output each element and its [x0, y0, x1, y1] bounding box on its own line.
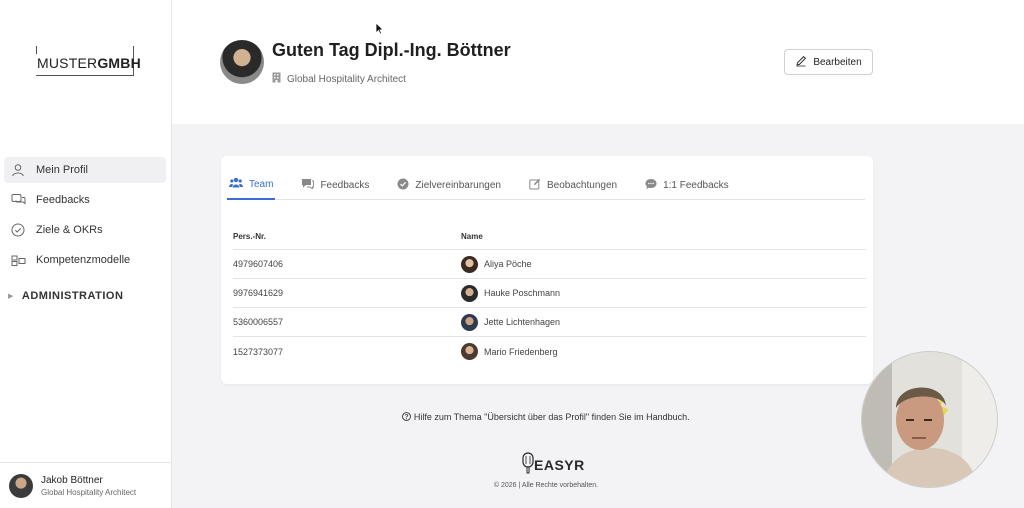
- tab-label: Team: [249, 178, 274, 190]
- grid-icon: [10, 252, 26, 268]
- avatar: [461, 343, 478, 360]
- question-circle-icon: [402, 412, 414, 422]
- profile-tabs: Team Feedbacks Zielvereinbarungen Beobac…: [227, 170, 865, 200]
- copyright: © 2026 | Alle Rechte vorbehalten.: [493, 482, 599, 489]
- table-row[interactable]: 1527373077 Mario Friedenberg: [233, 337, 866, 366]
- chat-icon: [10, 192, 26, 208]
- tab-team[interactable]: Team: [227, 170, 276, 200]
- avatar: [9, 473, 33, 498]
- tab-label: 1:1 Feedbacks: [663, 179, 729, 191]
- webcam-image: [862, 352, 997, 487]
- help-text: Hilfe zum Thema "Übersicht über das Prof…: [413, 412, 690, 422]
- avatar: [461, 255, 478, 273]
- speech-bubble-icon: [645, 178, 657, 193]
- edit-button-label: Bearbeiten: [813, 56, 862, 68]
- brand-text: EASYR: [534, 456, 585, 473]
- logo-text: MUSTERGMBH: [37, 55, 141, 71]
- nav-item-label: Ziele & OKRs: [36, 224, 103, 236]
- webcam-overlay: [861, 351, 998, 488]
- mouse-cursor-icon: [375, 22, 385, 40]
- profile-header: Guten Tag Dipl.-Ing. Böttner Global Hosp…: [172, 0, 1024, 124]
- main-nav: Mein Profil Feedbacks Ziele & OKRs Kompe…: [4, 157, 166, 277]
- employee-name: Hauke Poschmann: [484, 288, 561, 298]
- nav-item-label: Kompetenzmodelle: [36, 254, 131, 266]
- nav-item-feedbacks[interactable]: Feedbacks: [4, 187, 166, 213]
- tab-label: Feedbacks: [320, 179, 370, 191]
- building-icon: [272, 72, 281, 86]
- tab-label: Beobachtungen: [547, 179, 618, 191]
- avatar: [461, 284, 478, 302]
- table-row[interactable]: 9976941629 Hauke Poschmann: [233, 279, 866, 308]
- current-user[interactable]: Jakob Böttner Global Hospitality Archite…: [0, 462, 172, 508]
- profile-role-text: Global Hospitality Architect: [287, 73, 406, 85]
- nav-item-kompetenzmodelle[interactable]: Kompetenzmodelle: [4, 247, 166, 273]
- cell-name: Aliya Pöche: [461, 255, 866, 273]
- cell-pers-nr: 5360006557: [233, 317, 284, 327]
- user-role: Global Hospitality Architect: [41, 487, 137, 497]
- avatar: [461, 313, 478, 331]
- user-name: Jakob Böttner: [41, 474, 103, 486]
- column-header-pers-nr[interactable]: Pers.-Nr.: [233, 232, 461, 241]
- user-icon: [10, 162, 26, 178]
- pencil-icon: [795, 55, 807, 70]
- check-circle-icon: [10, 222, 26, 238]
- profile-avatar: [220, 40, 264, 84]
- tab-zielvereinbarungen[interactable]: Zielvereinbarungen: [395, 170, 503, 200]
- nav-item-ziele-okrs[interactable]: Ziele & OKRs: [4, 217, 166, 243]
- tab-beobachtungen[interactable]: Beobachtungen: [527, 170, 619, 200]
- help-link[interactable]: Hilfe zum Thema "Übersicht über das Prof…: [172, 412, 920, 422]
- cell-pers-nr: 4979607406: [233, 259, 284, 269]
- feedback-icon: [301, 178, 315, 192]
- cell-pers-nr: 1527373077: [233, 346, 284, 357]
- check-circle-icon: [397, 178, 409, 193]
- table-row[interactable]: 5360006557 Jette Lichtenhagen: [233, 308, 866, 337]
- edit-note-icon: [529, 178, 541, 193]
- nav-item-mein-profil[interactable]: Mein Profil: [4, 157, 166, 183]
- cell-pers-nr: 9976941629: [233, 288, 284, 298]
- team-card: Team Feedbacks Zielvereinbarungen Beobac…: [221, 156, 873, 384]
- team-icon: [229, 177, 243, 191]
- column-header-name[interactable]: Name: [461, 232, 866, 241]
- caret-right-icon: ▶: [8, 293, 14, 300]
- cell-name: Jette Lichtenhagen: [461, 313, 866, 331]
- edit-button[interactable]: Bearbeiten: [784, 49, 873, 75]
- page-title: Guten Tag Dipl.-Ing. Böttner: [272, 40, 511, 60]
- profile-role: Global Hospitality Architect: [272, 72, 406, 86]
- company-logo[interactable]: MUSTERGMBH: [36, 46, 141, 76]
- employee-name: Aliya Pöche: [484, 259, 532, 269]
- team-table: Pers.-Nr. Name 4979607406 Aliya Pöche 99…: [233, 232, 866, 366]
- table-row[interactable]: 4979607406 Aliya Pöche: [233, 250, 866, 279]
- easyr-logo: EASYR: [522, 452, 585, 477]
- employee-name: Mario Friedenberg: [484, 346, 558, 357]
- nav-item-label: Feedbacks: [36, 194, 90, 206]
- employee-name: Jette Lichtenhagen: [484, 317, 561, 327]
- administration-section-toggle[interactable]: ▶ ADMINISTRATION: [8, 290, 123, 302]
- popsicle-icon: [522, 452, 534, 477]
- tab-1-1-feedbacks[interactable]: 1:1 Feedbacks: [643, 170, 731, 200]
- cell-name: Hauke Poschmann: [461, 284, 866, 302]
- cell-name: Mario Friedenberg: [461, 343, 866, 360]
- table-header: Pers.-Nr. Name: [233, 232, 866, 250]
- sidebar: MUSTERGMBH Mein Profil Feedbacks Ziele &…: [0, 0, 172, 508]
- tab-label: Zielvereinbarungen: [415, 179, 501, 191]
- tab-feedbacks[interactable]: Feedbacks: [299, 170, 371, 200]
- administration-label: ADMINISTRATION: [21, 290, 124, 302]
- nav-item-label: Mein Profil: [36, 164, 88, 176]
